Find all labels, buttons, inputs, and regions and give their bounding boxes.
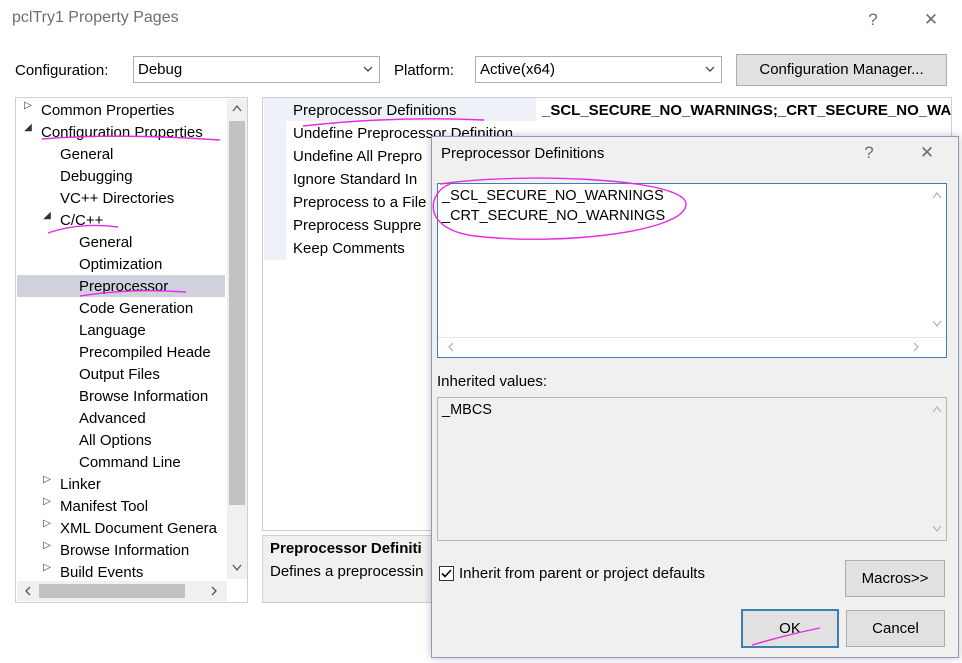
dialog-annotation-layer	[432, 177, 821, 646]
annotation-circle-definitions	[432, 177, 687, 240]
annotation-underline-ok	[751, 627, 821, 646]
